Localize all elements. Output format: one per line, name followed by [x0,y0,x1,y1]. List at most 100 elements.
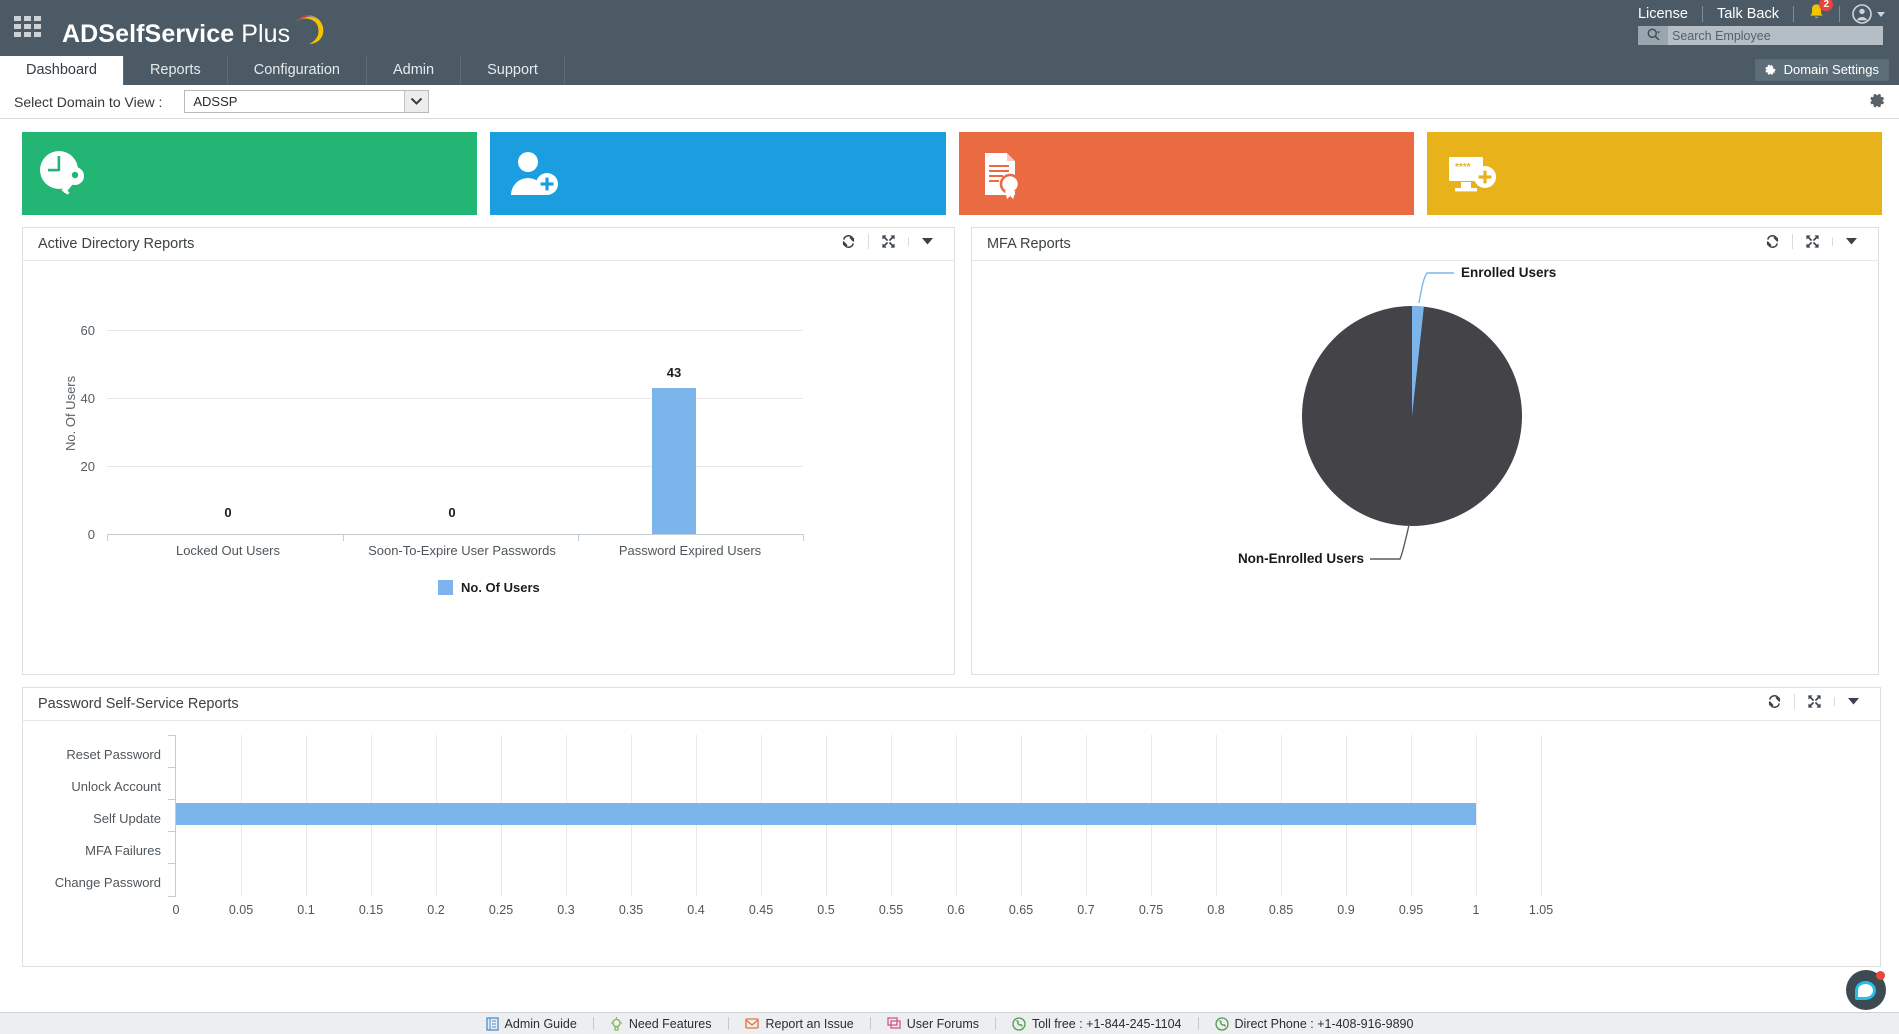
refresh-icon[interactable] [1755,694,1794,709]
user-add-icon [506,149,568,199]
search-employee-box[interactable] [1638,26,1883,45]
kpi-card-enrollment-status[interactable]: Enrollment Status 1 / 57 Enrolled / Not … [490,132,946,215]
kpi-card-license-usage[interactable]: License Usage 1 / 999999 Used / Remainin… [958,132,1414,215]
user-avatar-icon [1852,4,1872,24]
x-tick-label: 0.85 [1268,903,1294,917]
panel-mfa-reports: MFA Reports Enrolled Users Non-Enrolled … [970,227,1879,675]
non-enrolled-callout-line [1369,524,1410,560]
kpi-subtitle: Used / Remaining Licenses [1711,191,1864,205]
svg-text:****: **** [1455,162,1471,173]
y-category-label: Self Update [93,811,161,826]
charts-row-bottom: Password Self-Service Reports Reset Pass… [0,675,1899,967]
kpi-value: 1 / 999999 [1272,159,1396,187]
domain-select-dropdown[interactable]: ADSSP [184,90,430,113]
chevron-down-icon[interactable] [1834,697,1872,706]
bar-password-expired-users[interactable] [652,388,696,534]
domain-select-row: Select Domain to View : ADSSP [0,85,1899,119]
chat-bubble-icon [1855,981,1876,1000]
header-right-actions: License Talk Back 2 [1624,0,1885,28]
domain-select-label: Select Domain to View : [14,93,163,110]
axis-tick [168,896,176,897]
gridline [107,466,803,467]
expand-icon[interactable] [1792,234,1832,249]
expand-icon[interactable] [867,234,908,249]
user-menu-button[interactable] [1840,4,1885,24]
axis-tick [168,799,176,800]
x-tick-label: 0.25 [488,903,514,917]
y-axis-title: No. Of Users [63,375,78,451]
kpi-card-text: License Usage 1 / 999999 Used / Remainin… [1037,142,1396,205]
chevron-down-icon[interactable] [907,237,946,246]
tab-admin[interactable]: Admin [367,56,462,85]
y-category-label: Reset Password [66,747,161,762]
x-category-label: Soon-To-Expire User Passwords [368,543,556,558]
footer-direct-phone: Direct Phone : +1-408-916-9890 [1199,1017,1430,1031]
chat-icon [887,1017,901,1029]
gridline [107,330,803,331]
kpi-value: 0 / 1000000 [1726,159,1864,187]
y-tick-label: 60 [80,323,95,338]
domain-settings-button[interactable]: Domain Settings [1754,59,1889,81]
monitor-mfa-icon: **** [1443,149,1505,199]
lightbulb-icon [610,1016,622,1031]
kpi-subtitle: Used / Remaining Licenses [1243,191,1396,205]
pie-label-non-enrolled-users: Non-Enrolled Users [1237,551,1364,566]
charts-row-top: Active Directory Reports No. Of Users 20… [0,215,1899,675]
refresh-icon[interactable] [1753,234,1792,249]
panel-password-self-service-reports: Password Self-Service Reports Reset Pass… [22,687,1881,967]
axis-tick [803,534,804,541]
chat-support-button[interactable] [1846,970,1886,1010]
chevron-down-icon[interactable] [1832,237,1870,246]
panel-active-directory-reports: Active Directory Reports No. Of Users 20… [22,227,955,675]
chart-legend[interactable]: No. Of Users [438,580,540,595]
footer-user-forums[interactable]: User Forums [871,1017,995,1031]
search-input[interactable] [1668,26,1883,45]
apps-grid-icon[interactable] [14,16,44,40]
mfa-reports-pie-chart: Enrolled Users Non-Enrolled Users [972,261,1878,671]
x-tick-label: 0.55 [878,903,904,917]
x-tick-label: 0.75 [1138,903,1164,917]
footer-label: Direct Phone : +1-408-916-9890 [1234,1016,1414,1031]
notifications-button[interactable]: 2 [1794,0,1839,26]
page-settings-gear-icon[interactable] [1867,93,1886,117]
panel-title: Password Self-Service Reports [38,696,239,712]
axis-tick [343,534,344,541]
footer-need-features[interactable]: Need Features [594,1016,728,1031]
legend-swatch [438,580,453,595]
gridline [107,398,803,399]
tab-configuration[interactable]: Configuration [228,56,367,85]
x-tick-label: 0.8 [1207,903,1225,917]
phone-icon [1012,1016,1026,1031]
panel-toolbar [1755,694,1872,709]
kpi-card-password-expiration[interactable]: Password Expiration 0 / 43 Soon-to-expir… [22,132,478,215]
x-tick-label: 0.1 [297,903,315,917]
tab-reports[interactable]: Reports [124,56,228,85]
footer-label: Report an Issue [765,1016,854,1031]
kpi-card-endpoint-mfa[interactable]: **** Endpoint MFA 0 / 1000000 Used / Rem… [1426,132,1882,215]
bar-value-label: 43 [666,365,682,380]
tab-dashboard[interactable]: Dashboard [0,56,124,85]
footer-report-an-issue[interactable]: Report an Issue [729,1017,870,1031]
x-tick-label: 1 [1472,903,1480,917]
x-tick-label: 0.6 [947,903,965,917]
x-category-label: Locked Out Users [175,543,281,558]
panel-title: Active Directory Reports [38,236,195,252]
expand-icon[interactable] [1794,694,1834,709]
talk-back-link[interactable]: Talk Back [1703,0,1793,28]
chevron-down-icon[interactable] [404,91,429,112]
panel-toolbar [829,234,946,249]
x-tick-label: 0.5 [817,903,835,917]
ad-reports-bar-chart: No. Of Users 20 40 60 0 0 0 43 Locked Ou… [23,261,954,595]
brand-name-light: Plus [241,19,291,48]
tab-support[interactable]: Support [461,56,565,85]
kpi-card-text: Password Expiration 0 / 43 Soon-to-expir… [100,142,459,205]
footer-admin-guide[interactable]: Admin Guide [470,1017,593,1031]
refresh-icon[interactable] [829,234,868,249]
top-header-bar: ADSelfService Plus License Talk Back 2 [0,0,1899,56]
bar-self-update[interactable] [176,803,1476,825]
domain-settings-label: Domain Settings [1783,62,1879,77]
x-tick-label: 0.2 [427,903,445,917]
license-link[interactable]: License [1624,0,1702,28]
axis-tick [168,767,176,768]
gear-icon [1764,64,1776,75]
